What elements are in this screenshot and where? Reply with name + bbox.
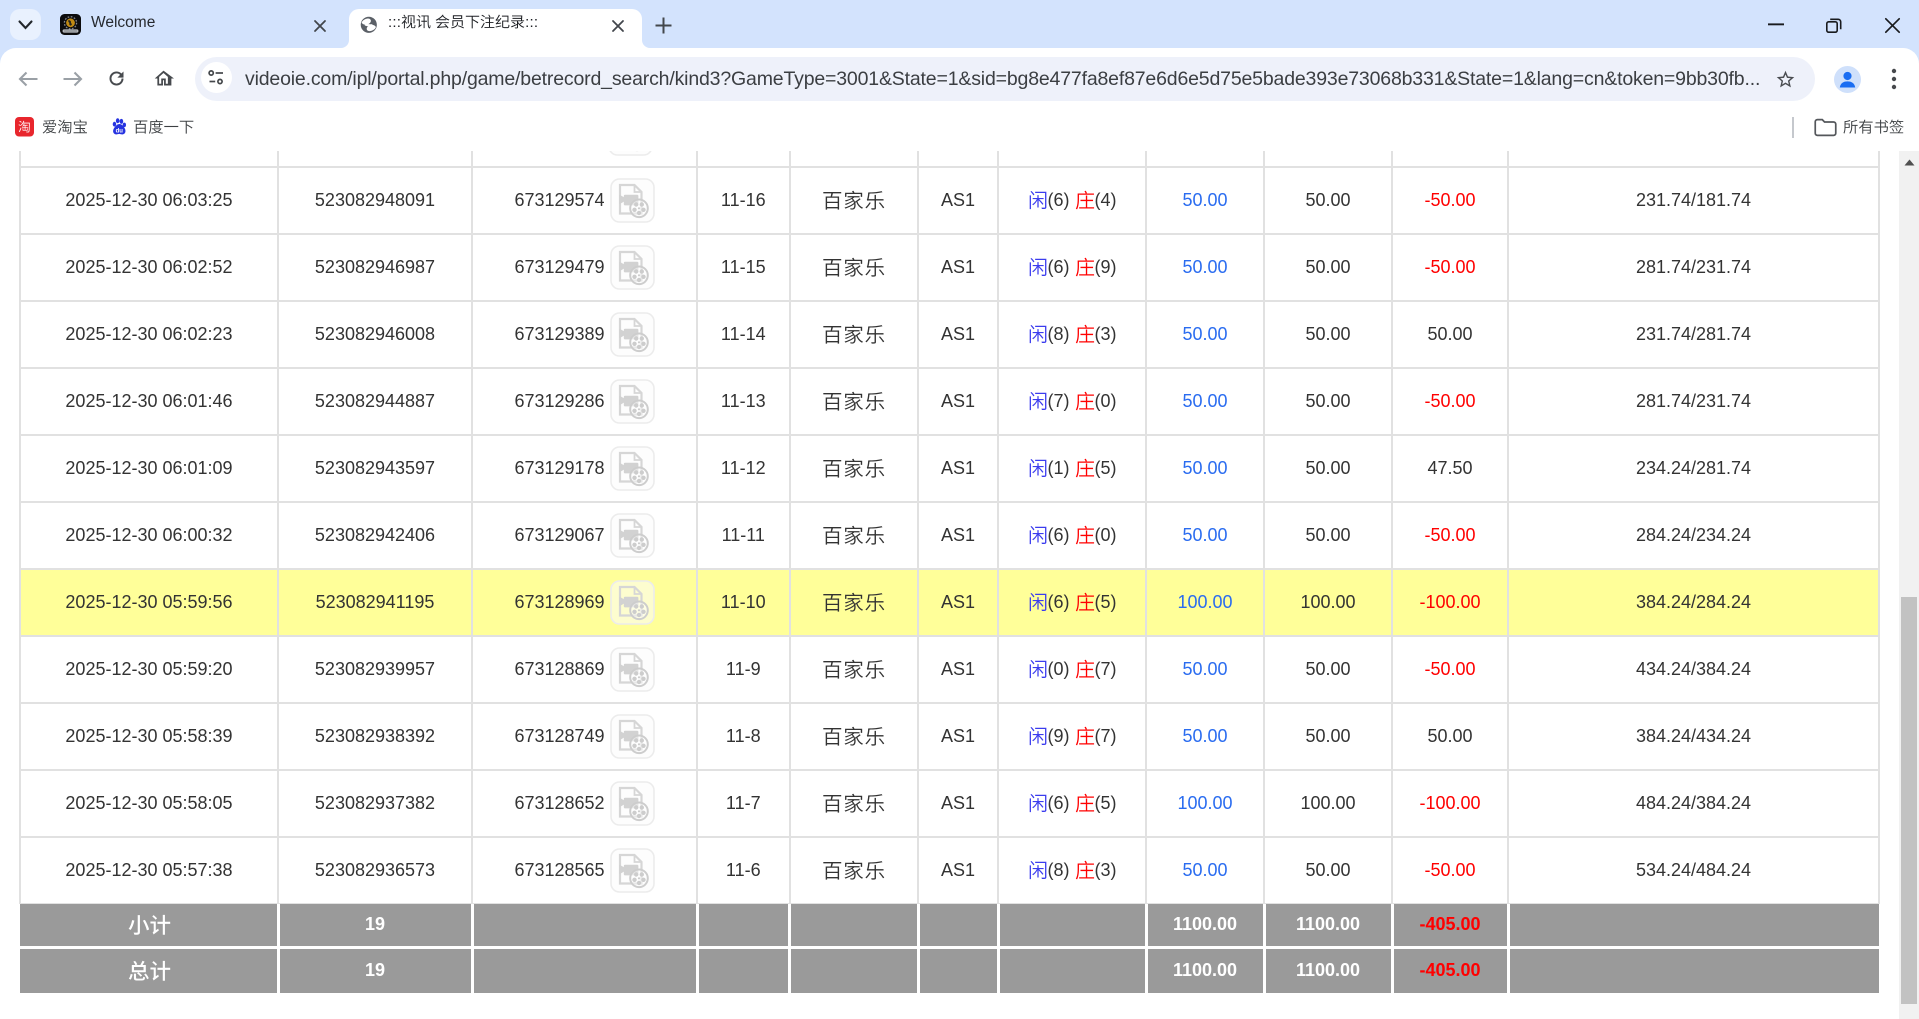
svg-text:du: du	[115, 129, 123, 135]
